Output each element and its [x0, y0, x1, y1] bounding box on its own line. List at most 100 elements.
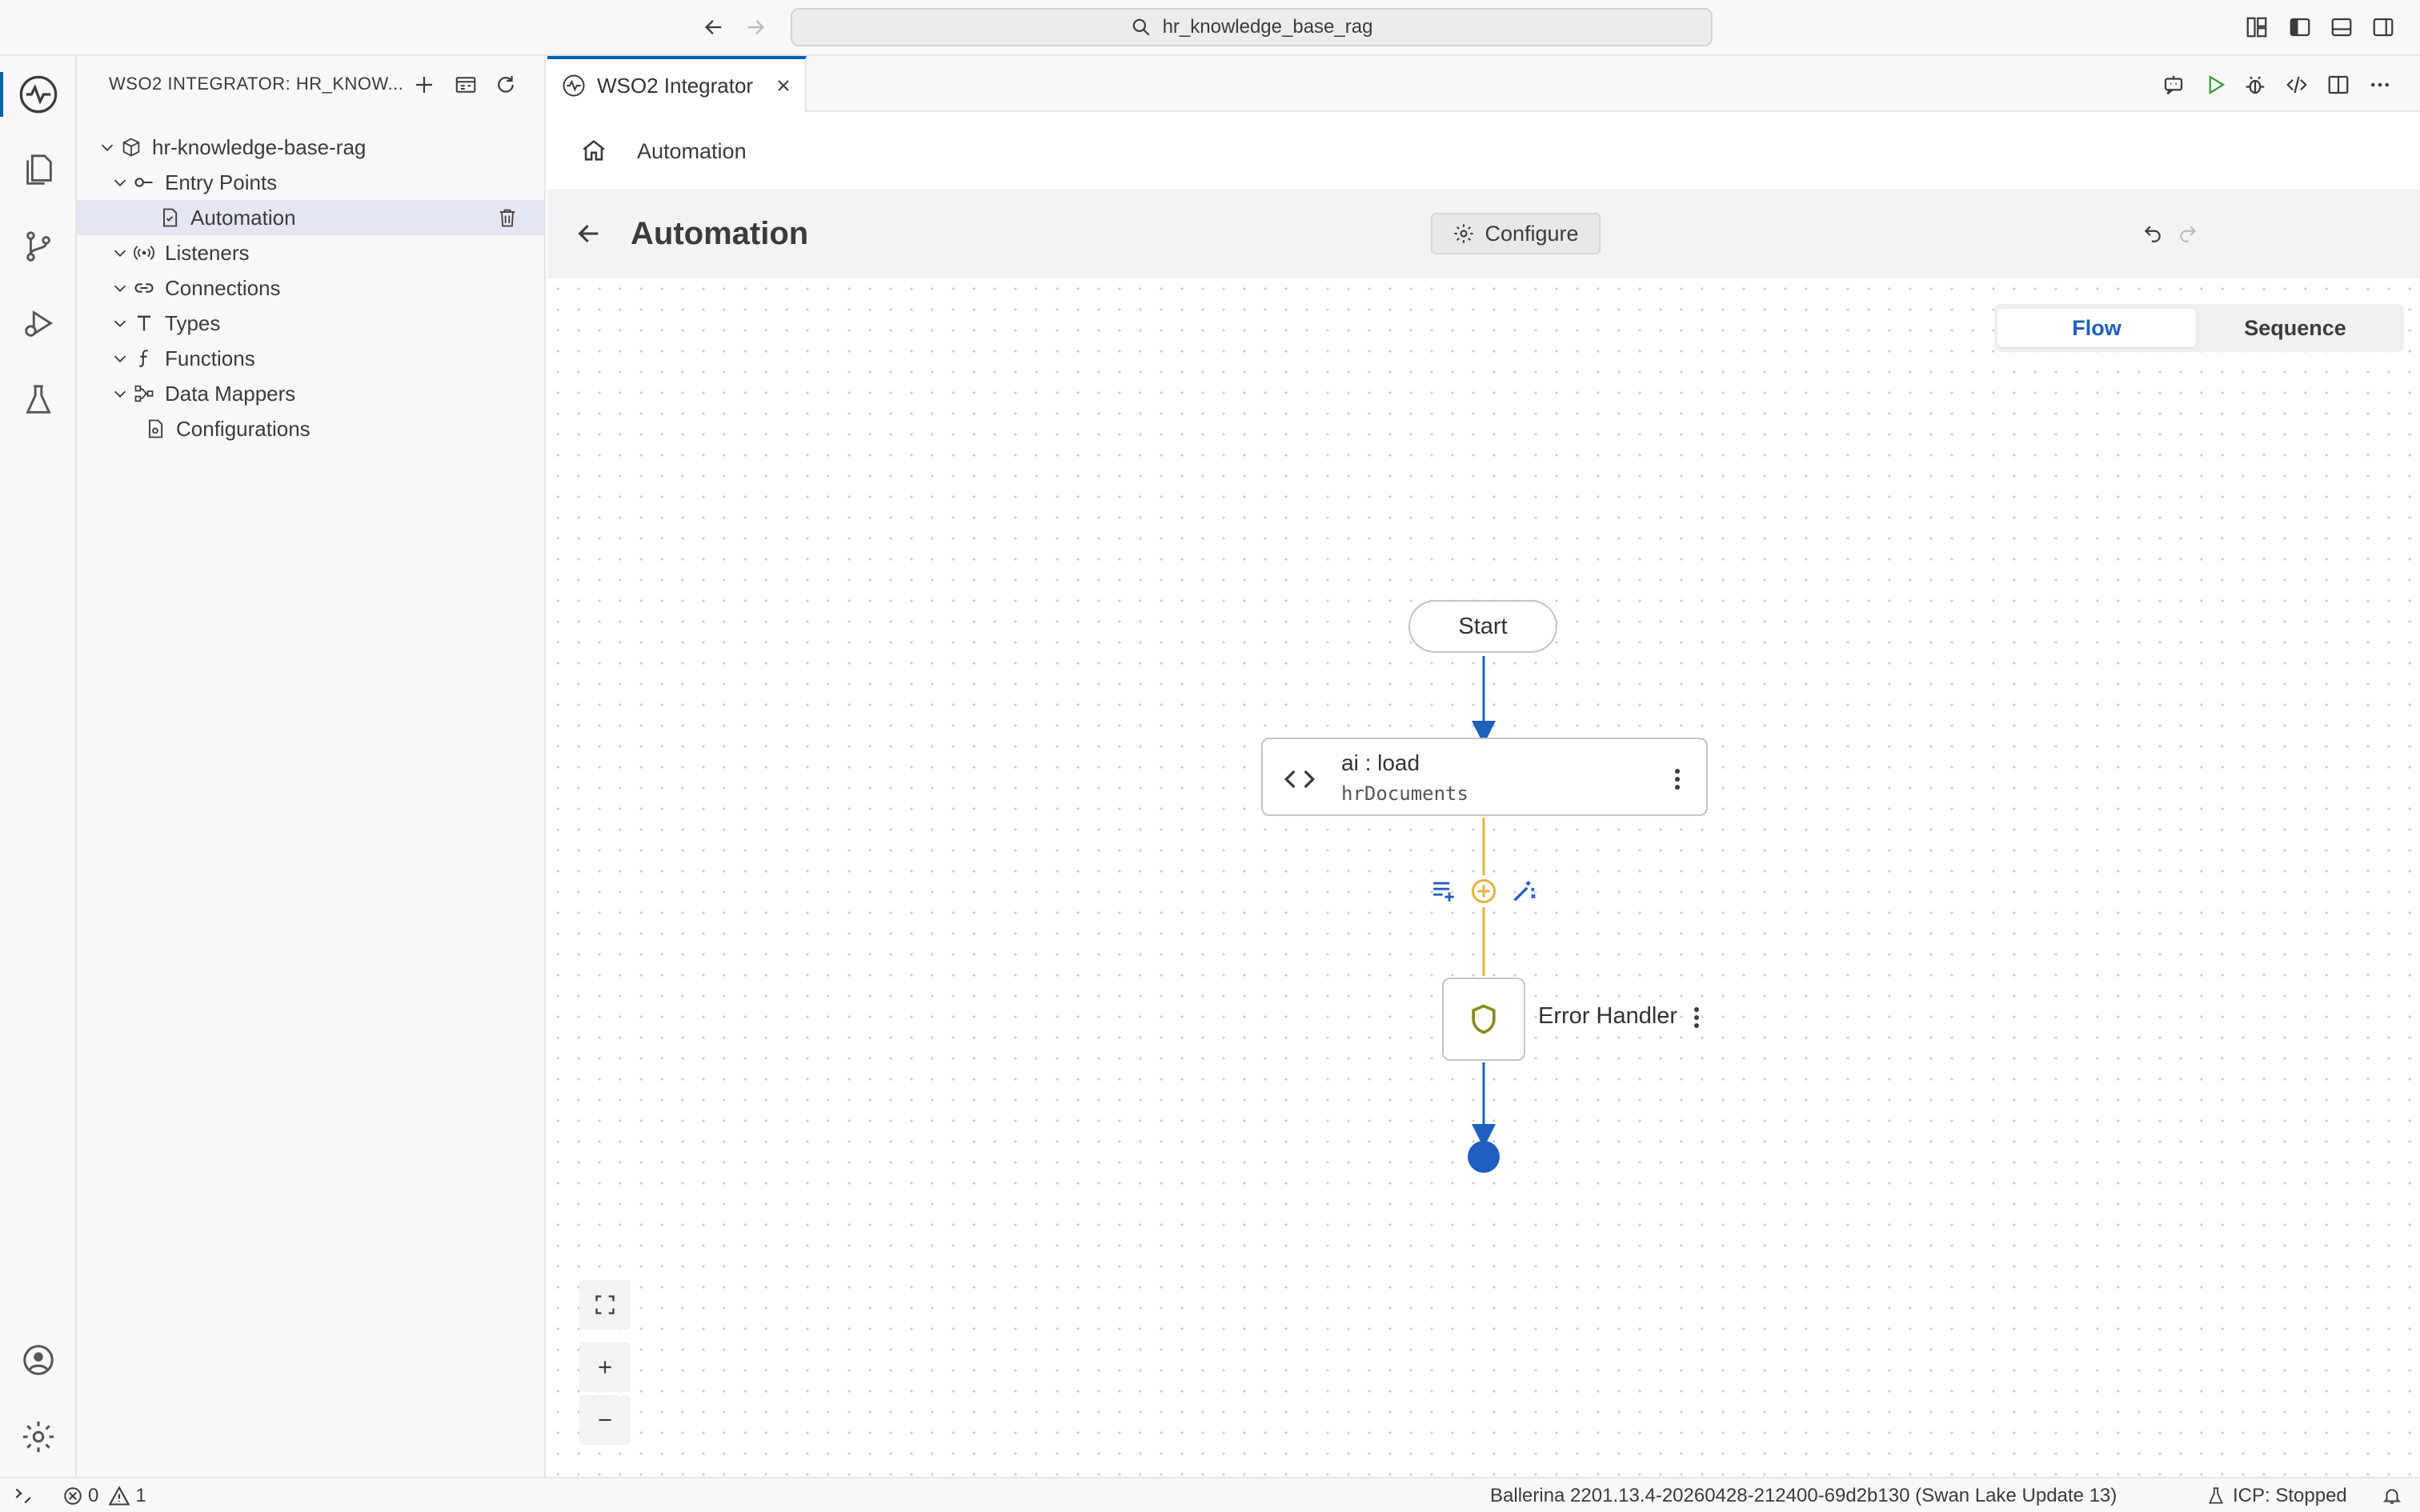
- toggle-panel-icon[interactable]: [2327, 13, 2356, 42]
- tree-item-label: Listeners: [165, 240, 250, 265]
- package-icon: [118, 134, 144, 160]
- chevron-down-icon: [109, 242, 131, 264]
- tree-item-data-mappers[interactable]: Data Mappers: [77, 376, 546, 411]
- functions-icon: [131, 346, 157, 371]
- split-editor-icon[interactable]: [2322, 69, 2354, 101]
- tree-item-functions[interactable]: Functions: [77, 341, 546, 376]
- back-arrow-icon[interactable]: [571, 216, 607, 251]
- kebab-menu-icon[interactable]: [1687, 1002, 1706, 1034]
- problems-indicator[interactable]: 0 1: [62, 1485, 146, 1507]
- activity-bar: [0, 56, 77, 1477]
- notifications-bell-icon[interactable]: [2382, 1485, 2402, 1507]
- error-handler-label: Error Handler: [1538, 1003, 1678, 1029]
- breadcrumb: Automation: [547, 114, 2420, 189]
- settings-gear-icon[interactable]: [16, 1414, 61, 1459]
- chevron-down-icon: [96, 136, 118, 158]
- ai-load-node[interactable]: ai : load hrDocuments: [1261, 738, 1708, 816]
- add-icon[interactable]: [408, 69, 440, 101]
- end-node: [1468, 1141, 1500, 1173]
- accounts-icon[interactable]: [16, 1338, 61, 1382]
- ai-generate-wand-icon[interactable]: [1508, 875, 1540, 907]
- error-handler-node[interactable]: [1442, 978, 1525, 1061]
- beaker-icon: [2209, 1487, 2223, 1504]
- icp-label: ICP: Stopped: [2233, 1485, 2347, 1506]
- kebab-menu-icon[interactable]: [1668, 762, 1687, 797]
- warning-count: 1: [135, 1485, 146, 1506]
- breadcrumb-item[interactable]: Automation: [637, 139, 747, 164]
- debug-icon[interactable]: [2239, 69, 2271, 101]
- close-icon[interactable]: [774, 76, 793, 95]
- data-mappers-icon: [131, 381, 157, 406]
- sidebar-title: WSO2 INTEGRATOR: HR_KNOW...: [109, 74, 404, 94]
- tree-item-listeners[interactable]: Listeners: [77, 235, 546, 270]
- tree-item-label: Data Mappers: [165, 381, 296, 406]
- configure-button[interactable]: Configure: [1431, 213, 1601, 254]
- tree-item-automation[interactable]: Automation: [77, 200, 546, 235]
- redo-icon[interactable]: [2172, 218, 2204, 250]
- ballerina-version[interactable]: Ballerina 2201.13.4-20260428-212400-69d2…: [1490, 1485, 2117, 1507]
- run-icon[interactable]: [2199, 69, 2231, 101]
- tab-label: WSO2 Integrator: [597, 73, 754, 98]
- explorer-icon[interactable]: [16, 147, 61, 192]
- configure-label: Configure: [1484, 221, 1579, 246]
- start-node[interactable]: Start: [1408, 600, 1557, 653]
- refresh-icon[interactable]: [490, 69, 522, 101]
- node-subtitle: hrDocuments: [1341, 782, 1468, 805]
- fit-screen-icon[interactable]: [579, 1280, 631, 1330]
- flow-canvas[interactable]: Flow Sequence Start ai : load hrDocument…: [547, 278, 2420, 1477]
- add-comment-icon[interactable]: [1428, 875, 1460, 907]
- source-control-icon[interactable]: [16, 224, 61, 269]
- title-bar: hr_knowledge_base_rag: [0, 0, 2420, 56]
- error-icon: [64, 1487, 82, 1505]
- editor-tab-bar: WSO2 Integrator: [547, 56, 2420, 112]
- icp-status[interactable]: ICP: Stopped: [2206, 1485, 2347, 1507]
- toggle-primary-sidebar-icon[interactable]: [2286, 13, 2314, 42]
- add-node-icon[interactable]: [1468, 875, 1500, 907]
- shield-icon: [1472, 1004, 1496, 1034]
- zoom-in-icon[interactable]: [579, 1342, 631, 1392]
- trash-icon[interactable]: [496, 206, 519, 229]
- status-bar: 0 1 Ballerina 2201.13.4-20260428-212400-…: [0, 1477, 2420, 1512]
- tree-item-configurations[interactable]: Configurations: [77, 411, 546, 446]
- customize-layout-icon[interactable]: [2242, 13, 2271, 42]
- wso2-integrator-icon: [562, 74, 586, 98]
- arrow-right-icon[interactable]: [739, 11, 771, 43]
- tab-wso2-integrator[interactable]: WSO2 Integrator: [547, 56, 807, 112]
- tree-project-root[interactable]: hr-knowledge-base-rag: [77, 130, 546, 165]
- wso2-integrator-icon[interactable]: [0, 72, 61, 117]
- tree-item-label: Types: [165, 310, 221, 335]
- tree-item-entry-points[interactable]: Entry Points: [77, 165, 546, 200]
- project-label: hr-knowledge-base-rag: [152, 134, 367, 159]
- toggle-secondary-sidebar-icon[interactable]: [2369, 13, 2398, 42]
- arrow-left-icon[interactable]: [698, 11, 730, 43]
- chevron-down-icon: [109, 277, 131, 299]
- page-title: Automation: [631, 216, 809, 251]
- search-icon: [1132, 18, 1150, 36]
- tree-item-label: Functions: [165, 346, 255, 370]
- testing-icon[interactable]: [16, 378, 61, 422]
- tree-item-types[interactable]: Types: [77, 306, 546, 341]
- chevron-down-icon: [109, 312, 131, 334]
- show-source-icon[interactable]: [2281, 69, 2313, 101]
- open-overview-icon[interactable]: [450, 69, 482, 101]
- ai-chat-icon[interactable]: [2158, 69, 2190, 101]
- home-icon[interactable]: [578, 134, 610, 166]
- run-debug-icon[interactable]: [16, 301, 61, 346]
- tree-item-label: Configurations: [176, 416, 311, 441]
- node-title: ai : load: [1341, 750, 1420, 775]
- zoom-out-icon[interactable]: [579, 1395, 631, 1445]
- command-center-search[interactable]: hr_knowledge_base_rag: [791, 8, 1713, 46]
- listeners-icon: [131, 240, 157, 266]
- remote-icon[interactable]: [13, 1485, 34, 1507]
- tree-item-label: Automation: [190, 205, 296, 230]
- undo-icon[interactable]: [2137, 218, 2169, 250]
- types-icon: [131, 310, 157, 336]
- warning-icon: [108, 1486, 130, 1506]
- tree-item-connections[interactable]: Connections: [77, 270, 546, 306]
- more-actions-icon[interactable]: [2364, 69, 2396, 101]
- editor-header: Automation Configure: [547, 189, 2420, 278]
- search-text: hr_knowledge_base_rag: [1162, 16, 1373, 38]
- error-count: 0: [88, 1485, 99, 1506]
- entry-points-icon: [131, 170, 157, 195]
- code-icon: [1282, 762, 1317, 797]
